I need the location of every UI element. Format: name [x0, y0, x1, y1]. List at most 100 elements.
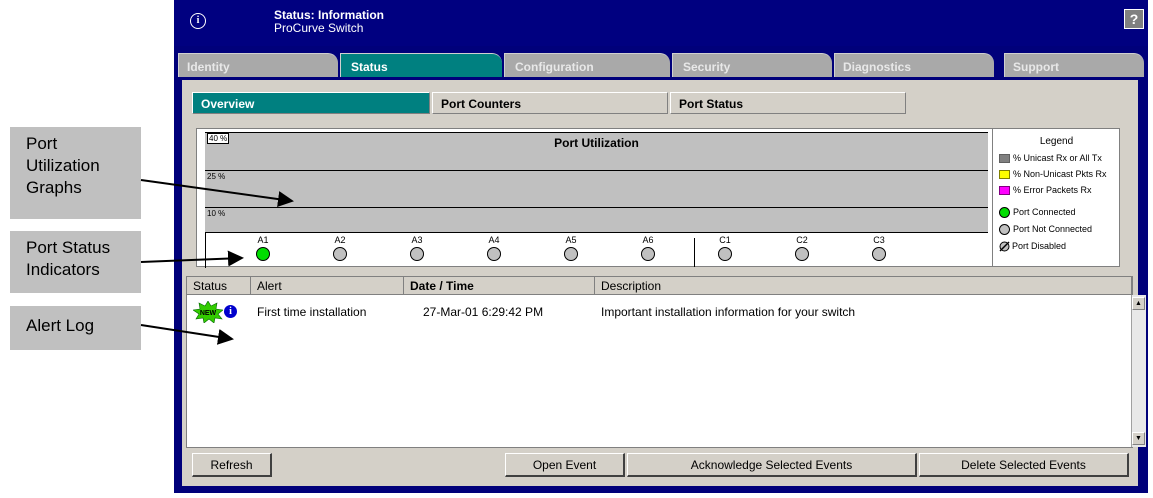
column-description[interactable]: Description: [595, 277, 1132, 295]
callout-port-utilization-graphs: Port Utilization Graphs: [10, 127, 141, 219]
refresh-button[interactable]: Refresh: [192, 453, 272, 477]
alert-log-header: Status Alert Date / Time Description: [187, 277, 1132, 295]
graph-area: 40 % 25 % 10 % Port Utilization A1 A2 A3…: [205, 132, 988, 268]
column-date-time[interactable]: Date / Time: [404, 277, 595, 295]
error-swatch: [999, 186, 1010, 196]
legend-disabled: Port Disabled: [999, 241, 1066, 252]
legend-unicast: % Unicast Rx or All Tx: [999, 153, 1102, 164]
graph-band-10: [205, 207, 988, 233]
connected-circle-icon: [999, 207, 1010, 219]
port-label: A5: [565, 235, 577, 245]
unicast-swatch: [999, 154, 1010, 164]
legend-label: Port Not Connected: [1013, 224, 1093, 234]
callout-line: Graphs: [26, 178, 82, 197]
graph-band-25: [205, 170, 988, 207]
port-label: A1: [257, 235, 269, 245]
open-event-button[interactable]: Open Event: [505, 453, 625, 477]
main-tabs: Identity Status Configuration Security D…: [174, 53, 1148, 77]
callout-line: Utilization: [26, 156, 100, 175]
port-a4[interactable]: A4: [479, 235, 509, 264]
port-connected-indicator: [256, 247, 270, 261]
legend-label: Port Disabled: [1012, 241, 1067, 251]
tab-diagnostics[interactable]: Diagnostics: [834, 53, 994, 77]
port-label: A4: [488, 235, 500, 245]
legend-nonunicast: % Non-Unicast Pkts Rx: [999, 169, 1107, 180]
acknowledge-selected-events-button[interactable]: Acknowledge Selected Events: [627, 453, 917, 477]
port-a1[interactable]: A1: [248, 235, 278, 264]
info-icon: i: [224, 305, 237, 318]
nonunicast-swatch: [999, 170, 1010, 180]
scale-label-10: 10 %: [207, 209, 226, 218]
callout-line: Indicators: [26, 260, 100, 279]
scroll-up-button[interactable]: ▲: [1132, 297, 1145, 310]
port-label: C1: [719, 235, 731, 245]
legend-connected: Port Connected: [999, 207, 1076, 219]
scroll-down-button[interactable]: ▼: [1132, 432, 1145, 445]
callout-port-status-indicators: Port Status Indicators: [10, 231, 141, 293]
subtab-overview[interactable]: Overview: [192, 92, 430, 114]
callout-line: Port: [26, 134, 58, 153]
port-not-connected-indicator: [718, 247, 732, 261]
legend-label: Port Connected: [1013, 207, 1076, 217]
alert-name: First time installation: [257, 305, 367, 319]
port-not-connected-indicator: [641, 247, 655, 261]
port-utilization-graph: 40 % 25 % 10 % Port Utilization A1 A2 A3…: [196, 128, 1120, 268]
legend-label: % Unicast Rx or All Tx: [1013, 153, 1102, 163]
new-badge-text: NEW: [200, 310, 217, 317]
tab-status[interactable]: Status: [340, 53, 502, 77]
title-bar: i Status: Information ProCurve Switch ?: [174, 0, 1148, 46]
content-panel: Overview Port Counters Port Status 40 % …: [182, 80, 1146, 486]
tab-identity[interactable]: Identity: [178, 53, 338, 77]
legend-not-connected: Port Not Connected: [999, 224, 1093, 236]
subtab-port-status[interactable]: Port Status: [670, 92, 906, 114]
column-status[interactable]: Status: [187, 277, 251, 295]
alert-datetime: 27-Mar-01 6:29:42 PM: [423, 305, 544, 319]
alert-row[interactable]: NEW i First time installation 27-Mar-01 …: [187, 301, 1127, 323]
subtab-port-counters[interactable]: Port Counters: [432, 92, 668, 114]
port-c1[interactable]: C1: [710, 235, 740, 264]
port-not-connected-indicator: [795, 247, 809, 261]
tab-configuration[interactable]: Configuration: [504, 53, 670, 77]
not-connected-circle-icon: [999, 224, 1010, 236]
callout-line: Port Status: [26, 238, 111, 257]
column-alert[interactable]: Alert: [251, 277, 404, 295]
port-c2[interactable]: C2: [787, 235, 817, 264]
vertical-scrollbar[interactable]: ▲ ▼: [1131, 295, 1146, 447]
port-label: A3: [411, 235, 423, 245]
port-a5[interactable]: A5: [556, 235, 586, 264]
port-label: A6: [642, 235, 654, 245]
alert-description: Important installation information for y…: [601, 305, 856, 319]
port-label: C2: [796, 235, 808, 245]
delete-selected-events-button[interactable]: Delete Selected Events: [919, 453, 1129, 477]
legend-error: % Error Packets Rx: [999, 185, 1092, 196]
port-status-indicators: A1 A2 A3 A4 A5 A6 C1 C2 C3: [205, 232, 988, 268]
port-not-connected-indicator: [487, 247, 501, 261]
port-group-divider: [694, 238, 695, 267]
scale-label-25: 25 %: [207, 172, 226, 181]
help-button[interactable]: ?: [1124, 9, 1144, 29]
port-not-connected-indicator: [872, 247, 886, 261]
legend-label: % Error Packets Rx: [1013, 185, 1092, 195]
window-title: Status: Information: [274, 8, 384, 22]
port-a2[interactable]: A2: [325, 235, 355, 264]
callout-alert-log: Alert Log: [10, 306, 141, 350]
info-icon: i: [190, 13, 206, 29]
port-a6[interactable]: A6: [633, 235, 663, 264]
graph-title: Port Utilization: [554, 136, 639, 150]
alert-log: Status Alert Date / Time Description NEW…: [186, 276, 1146, 448]
tab-support[interactable]: Support: [1004, 53, 1144, 77]
legend-title: Legend: [1039, 136, 1074, 147]
port-label: C3: [873, 235, 885, 245]
port-a3[interactable]: A3: [402, 235, 432, 264]
switch-status-window: i Status: Information ProCurve Switch ? …: [174, 0, 1148, 493]
disabled-circle-icon: [999, 241, 1010, 252]
callout-line: Alert Log: [26, 316, 95, 335]
window-subtitle: ProCurve Switch: [274, 21, 364, 35]
port-label: A2: [334, 235, 346, 245]
legend: Legend % Unicast Rx or All Tx % Non-Unic…: [992, 129, 1120, 266]
port-not-connected-indicator: [333, 247, 347, 261]
port-not-connected-indicator: [564, 247, 578, 261]
port-c3[interactable]: C3: [864, 235, 894, 264]
tab-security[interactable]: Security: [672, 53, 832, 77]
port-not-connected-indicator: [410, 247, 424, 261]
